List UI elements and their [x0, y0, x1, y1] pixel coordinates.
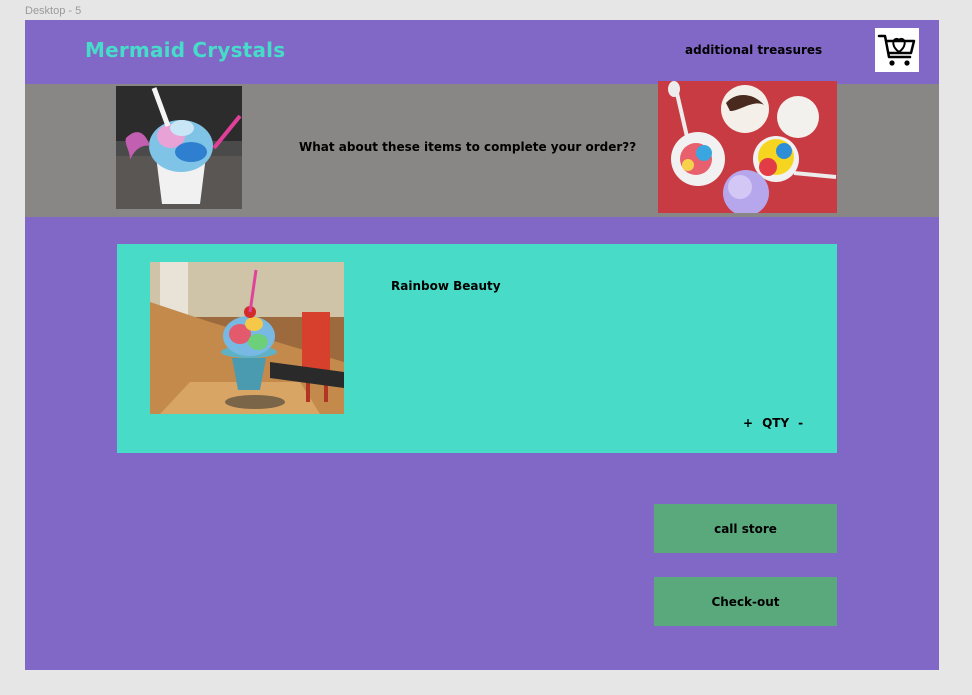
- qty-label: QTY: [762, 416, 790, 430]
- upsell-banner: What about these items to complete your …: [25, 81, 939, 217]
- cart-button[interactable]: [875, 28, 919, 72]
- desktop-frame: Mermaid Crystals additional treasures Wh…: [25, 20, 939, 670]
- cart-item-card: Rainbow Beauty + QTY -: [117, 244, 837, 453]
- additional-treasures-link[interactable]: additional treasures: [685, 43, 822, 57]
- cart-heart-icon: [877, 34, 916, 66]
- shaved-ice-cup-photo: [116, 86, 242, 209]
- banner-message: What about these items to complete your …: [299, 140, 637, 154]
- checkout-button[interactable]: Check-out: [654, 577, 837, 626]
- assorted-shaved-ice-photo: [658, 81, 837, 213]
- item-name: Rainbow Beauty: [391, 279, 501, 293]
- call-store-button[interactable]: call store: [654, 504, 837, 553]
- rainbow-shaved-ice-photo: [150, 262, 344, 414]
- frame-label: Desktop - 5: [25, 5, 82, 17]
- header: Mermaid Crystals additional treasures: [25, 20, 939, 84]
- qty-decrease-button[interactable]: -: [798, 416, 803, 430]
- brand-logo-text[interactable]: Mermaid Crystals: [85, 38, 285, 62]
- quantity-stepper: + QTY -: [743, 416, 803, 430]
- qty-increase-button[interactable]: +: [743, 416, 753, 430]
